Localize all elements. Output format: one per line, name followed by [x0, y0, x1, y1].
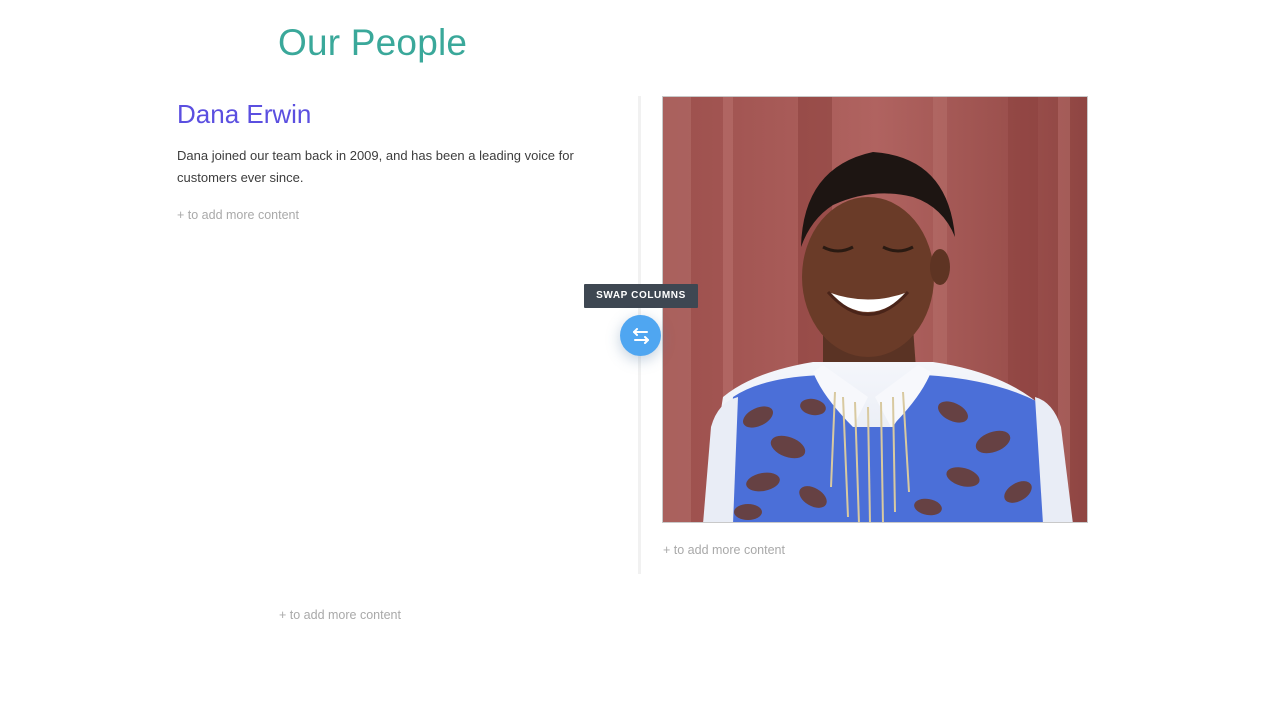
- swap-columns-tooltip: SWAP COLUMNS: [584, 284, 698, 308]
- portrait-illustration: [663, 97, 1087, 522]
- section-title[interactable]: Our People: [278, 18, 467, 68]
- swap-columns-button[interactable]: [620, 315, 661, 356]
- person-name[interactable]: Dana Erwin: [177, 96, 587, 132]
- add-content-right[interactable]: + to add more content: [663, 541, 785, 559]
- person-photo[interactable]: [662, 96, 1088, 523]
- page-canvas: Our People Dana Erwin Dana joined our te…: [0, 0, 1280, 720]
- swap-arrows-icon: [632, 327, 649, 344]
- person-bio[interactable]: Dana joined our team back in 2009, and h…: [177, 145, 587, 189]
- add-content-left[interactable]: + to add more content: [177, 206, 587, 224]
- left-column[interactable]: Dana Erwin Dana joined our team back in …: [177, 96, 587, 224]
- add-content-section[interactable]: + to add more content: [279, 606, 401, 624]
